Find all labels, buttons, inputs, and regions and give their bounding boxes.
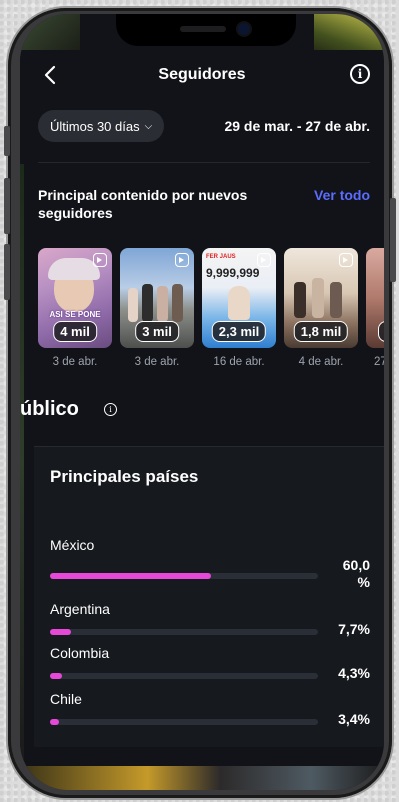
content-date: 3 de abr. [134,356,180,368]
country-row: Argentina 7,7% [50,601,370,641]
top-content-carousel: ASI SE PONE 4 mil 3 de abr. 3 mil 3 de a… [38,248,384,368]
person-image [294,282,306,318]
country-bar-fill [50,629,71,635]
country-bar-fill [50,573,211,579]
top-content-title: Principal contenido por nuevos seguidore… [38,187,248,221]
wallpaper-edge-strip [20,164,24,764]
overlay-caption: ASI SE PONE [49,310,101,319]
country-bar [50,719,318,725]
wallpaper-edge-left [20,14,80,54]
country-bar [50,673,318,679]
volume-down-button [4,244,10,300]
country-bar-fill [50,673,62,679]
person-image [172,284,183,322]
card-title: Principales países [50,467,199,486]
content-date: 27 [374,356,384,368]
country-percent: 7,7% [338,621,370,637]
period-dropdown-label: Últimos 30 días [50,118,140,134]
mute-switch [4,126,10,156]
reel-icon [175,253,189,267]
person-image [312,278,324,318]
country-name: México [50,537,95,553]
country-name: Chile [50,691,82,707]
divider [38,162,370,163]
info-button[interactable]: i [350,64,370,84]
country-bar-fill [50,719,60,725]
person-image [330,282,342,318]
date-range-row: Últimos 30 días ⌵ 29 de mar. - 27 de abr… [20,110,384,144]
follower-count-badge: 1 [378,321,384,342]
reel-icon [257,253,271,267]
country-name: Colombia [50,645,110,661]
content-thumbnail[interactable]: 1,8 mil [284,248,358,348]
chevron-down-icon: ⌵ [144,120,153,132]
front-camera [238,23,250,35]
period-dropdown[interactable]: Últimos 30 días ⌵ [38,110,165,142]
content-thumbnail[interactable]: FER JAUS 9,999,999 2,3 mil [202,248,276,348]
content-thumbnail[interactable]: ASI SE PONE 4 mil [38,248,112,348]
country-percent: 60,0 % [342,557,370,590]
country-row: Colombia 4,3% [50,645,370,685]
notch [116,14,296,46]
follower-count-badge: 1,8 mil [293,321,349,342]
speaker [180,26,226,32]
audience-info-button[interactable]: i [104,403,117,416]
overlay-caption: 9,999,999 [206,266,260,280]
volume-up-button [4,178,10,234]
content-date: 4 de abr. [298,356,344,368]
chevron-left-icon [44,65,56,85]
date-range-label: 29 de mar. - 27 de abr. [224,118,370,134]
info-icon: i [109,405,112,414]
country-bar [50,573,318,579]
content-date: 3 de abr. [52,356,98,368]
content-date: 16 de abr. [213,356,265,368]
info-icon: i [357,67,363,81]
top-countries-card: Principales países México 60,0 % Argenti… [34,446,384,747]
page-title: Seguidores [158,66,246,83]
phone-screen: Seguidores i Últimos 30 días ⌵ 29 de mar… [20,14,384,790]
content-thumbnail[interactable]: 1 [366,248,384,348]
person-image [157,286,168,322]
person-image [128,288,138,322]
audience-section-title: úblico [20,398,79,420]
reel-icon [339,253,353,267]
see-all-link[interactable]: Ver todo [314,186,374,204]
overlay-caption-small: FER JAUS [206,254,236,260]
person-image [228,286,250,320]
country-row: México 60,0 % [50,537,370,590]
power-button [390,198,396,282]
country-bar [50,629,318,635]
content-thumbnail[interactable]: 3 mil [120,248,194,348]
top-bar: Seguidores i [20,50,384,100]
person-image [142,284,153,322]
country-percent: 4,3% [338,665,370,681]
wallpaper-edge-bottom [20,766,384,790]
country-percent: 3,4% [338,711,370,727]
follower-count-badge: 3 mil [135,321,179,342]
follower-count-badge: 4 mil [53,321,97,342]
follower-count-badge: 2,3 mil [211,321,267,342]
reel-icon [93,253,107,267]
country-row: Chile 3,4% [50,691,370,731]
back-button[interactable] [38,62,64,88]
country-name: Argentina [50,601,110,617]
